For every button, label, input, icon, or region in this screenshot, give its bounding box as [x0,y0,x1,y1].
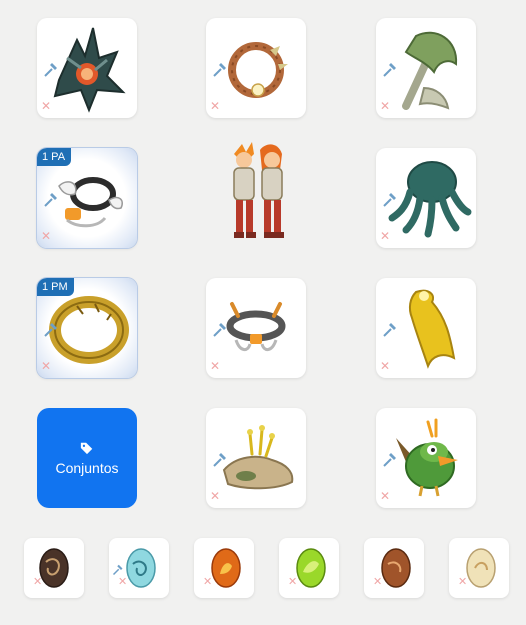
hat-slot[interactable]: ✕ [376,148,476,248]
remove-icon[interactable]: ✕ [210,490,220,502]
hammer-icon[interactable] [382,452,398,468]
remove-icon[interactable]: ✕ [380,230,390,242]
pet-slot[interactable]: ✕ [376,408,476,508]
dofus-egg-5-image [381,548,411,588]
hammer-icon[interactable] [43,322,59,338]
sets-button-label: Conjuntos [55,459,119,476]
amulet-slot[interactable]: ✕ [37,18,137,118]
remove-icon[interactable]: ✕ [41,100,51,112]
bonus-badge: 1 PA [37,148,72,166]
remove-icon[interactable]: ✕ [458,576,467,588]
remove-icon[interactable]: ✕ [380,360,390,372]
remove-icon[interactable]: ✕ [380,490,390,502]
dofus-egg-3-image [211,548,241,588]
ring-slot[interactable]: ✕ [206,18,306,118]
dofus-slot-3[interactable]: ✕ [194,538,254,598]
remove-icon[interactable]: ✕ [288,576,297,588]
tag-icon [80,442,93,454]
hammer-icon[interactable] [212,62,228,78]
hammer-icon[interactable] [382,192,398,208]
dofus-egg-6-image [466,548,496,588]
hammer-icon[interactable] [43,192,59,208]
dofus-egg-4-image [296,548,326,588]
remove-icon[interactable]: ✕ [210,100,220,112]
shield-slot[interactable]: ✕ [206,408,306,508]
hammer-icon[interactable] [382,62,398,78]
remove-icon[interactable]: ✕ [118,576,127,588]
weapon-slot[interactable]: ✕ [376,18,476,118]
remove-icon[interactable]: ✕ [41,360,51,372]
dofus-slot-4[interactable]: ✕ [279,538,339,598]
belt-slot[interactable]: ✕ [206,278,306,378]
hammer-icon[interactable] [382,322,398,338]
dofus-slot-1[interactable]: ✕ [24,538,84,598]
dofus-slot-5[interactable]: ✕ [364,538,424,598]
dofus-slot-2[interactable]: ✕ [109,538,169,598]
equipment-panel: ✕ ✕ ✕ 1 PA ✕ ✕ 1 PM ✕ ✕ ✕ Conjuntos ✕ ✕ … [0,0,526,625]
cape-slot[interactable]: ✕ [376,278,476,378]
remove-icon[interactable]: ✕ [373,576,382,588]
hammer-icon[interactable] [212,452,228,468]
hammer-icon[interactable] [43,62,59,78]
hammer-icon[interactable] [212,322,228,338]
remove-icon[interactable]: ✕ [203,576,212,588]
character-preview [233,142,284,238]
bonus-badge: 1 PM [37,278,74,296]
remove-icon[interactable]: ✕ [41,230,51,242]
sets-button[interactable]: Conjuntos [37,408,137,508]
dofus-egg-1-image [39,548,69,588]
remove-icon[interactable]: ✕ [210,360,220,372]
dofus-slot-6[interactable]: ✕ [449,538,509,598]
remove-icon[interactable]: ✕ [380,100,390,112]
remove-icon[interactable]: ✕ [33,576,42,588]
ring-bonus-slot[interactable]: 1 PA ✕ [37,148,137,248]
ring-bonus-slot-2[interactable]: 1 PM ✕ [37,278,137,378]
